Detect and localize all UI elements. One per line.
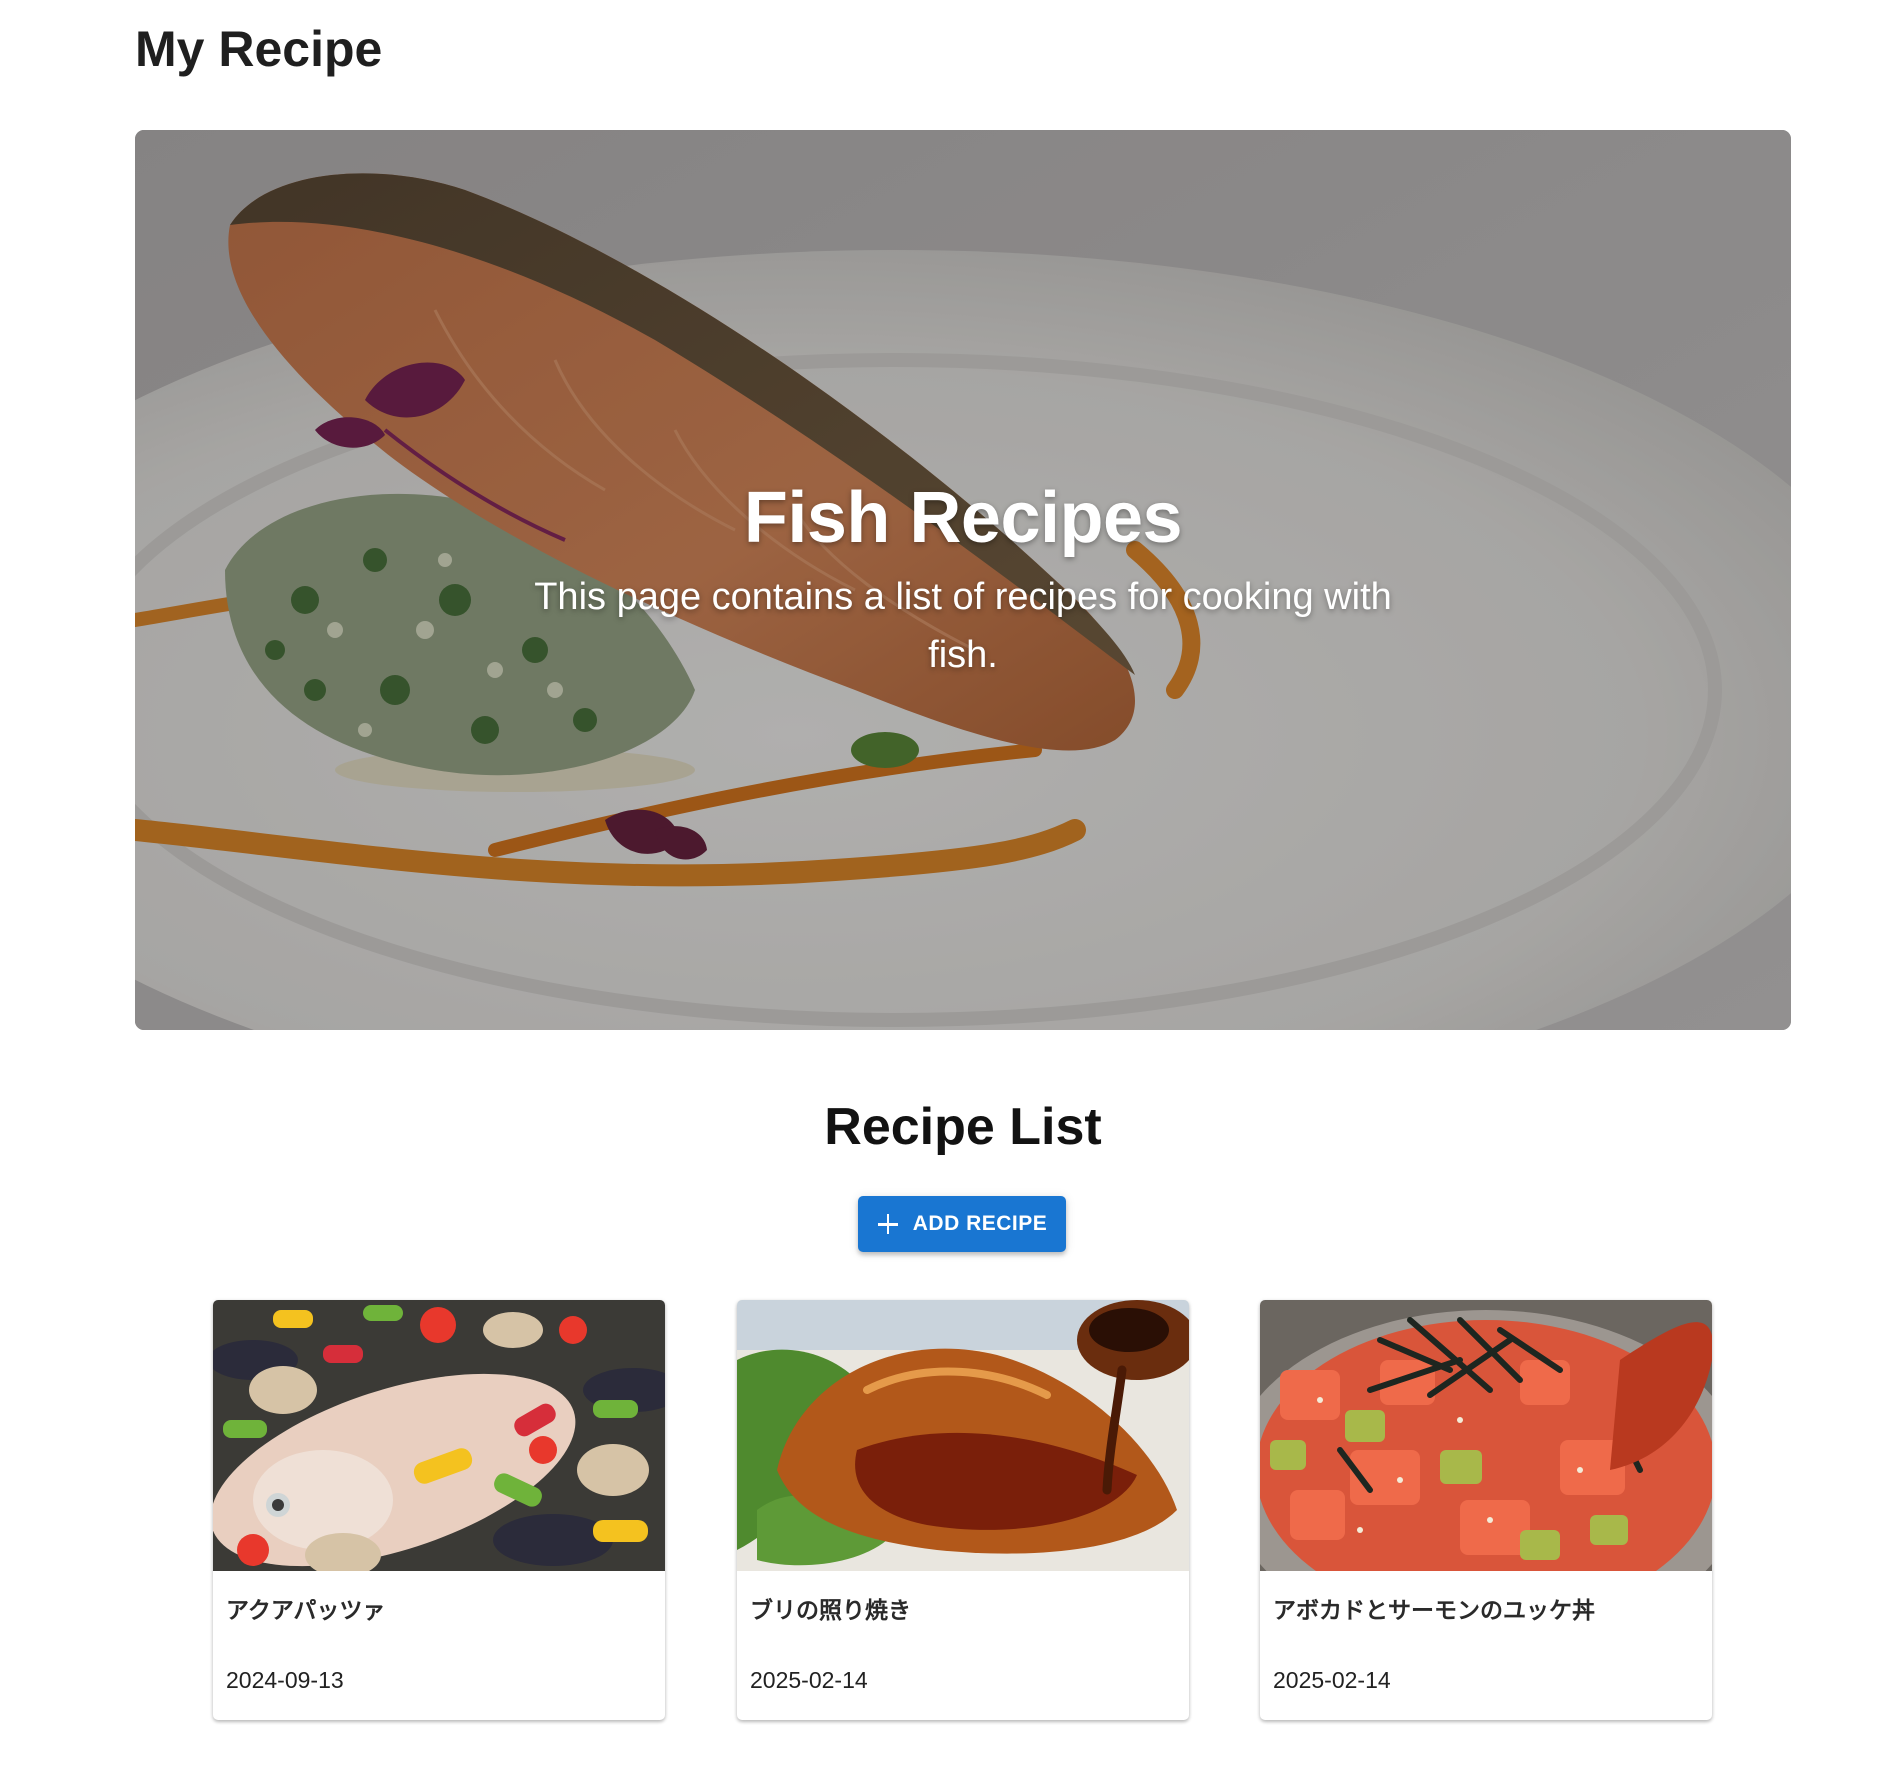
recipe-image-acqua-pazza xyxy=(213,1300,665,1571)
recipe-card[interactable]: アクアパッツァ 2024-09-13 xyxy=(213,1300,665,1720)
page: My Recipe Fish Recipes This page contain… xyxy=(0,0,1895,1788)
recipe-date: 2025-02-14 xyxy=(1273,1667,1391,1693)
hero-text: Fish Recipes This page contains a list o… xyxy=(135,130,1791,1030)
hero-title: Fish Recipes xyxy=(743,478,1183,558)
hero-description: This page contains a list of recipes for… xyxy=(534,576,1392,676)
app-title: My Recipe xyxy=(135,21,383,77)
recipe-card[interactable]: ブリの照り焼き 2025-02-14 xyxy=(737,1300,1189,1720)
recipe-image-teriyaki-yellowtail xyxy=(737,1300,1189,1571)
recipe-list-heading: Recipe List xyxy=(824,1098,1102,1156)
recipe-date: 2025-02-14 xyxy=(750,1667,868,1693)
recipe-title: アボカドとサーモンのユッケ丼 xyxy=(1273,1598,1595,1624)
add-recipe-label: ADD RECIPE xyxy=(912,1212,1048,1235)
plus-icon xyxy=(877,1213,899,1235)
recipe-date: 2024-09-13 xyxy=(226,1667,344,1693)
hero-banner: Fish Recipes This page contains a list o… xyxy=(135,130,1791,1030)
recipe-title: アクアパッツァ xyxy=(226,1598,386,1624)
recipe-image-salmon-avocado-bowl xyxy=(1260,1300,1712,1571)
recipe-title: ブリの照り焼き xyxy=(750,1598,911,1624)
recipe-card[interactable]: アボカドとサーモンのユッケ丼 2025-02-14 xyxy=(1260,1300,1712,1720)
add-recipe-button[interactable]: ADD RECIPE xyxy=(858,1196,1066,1252)
